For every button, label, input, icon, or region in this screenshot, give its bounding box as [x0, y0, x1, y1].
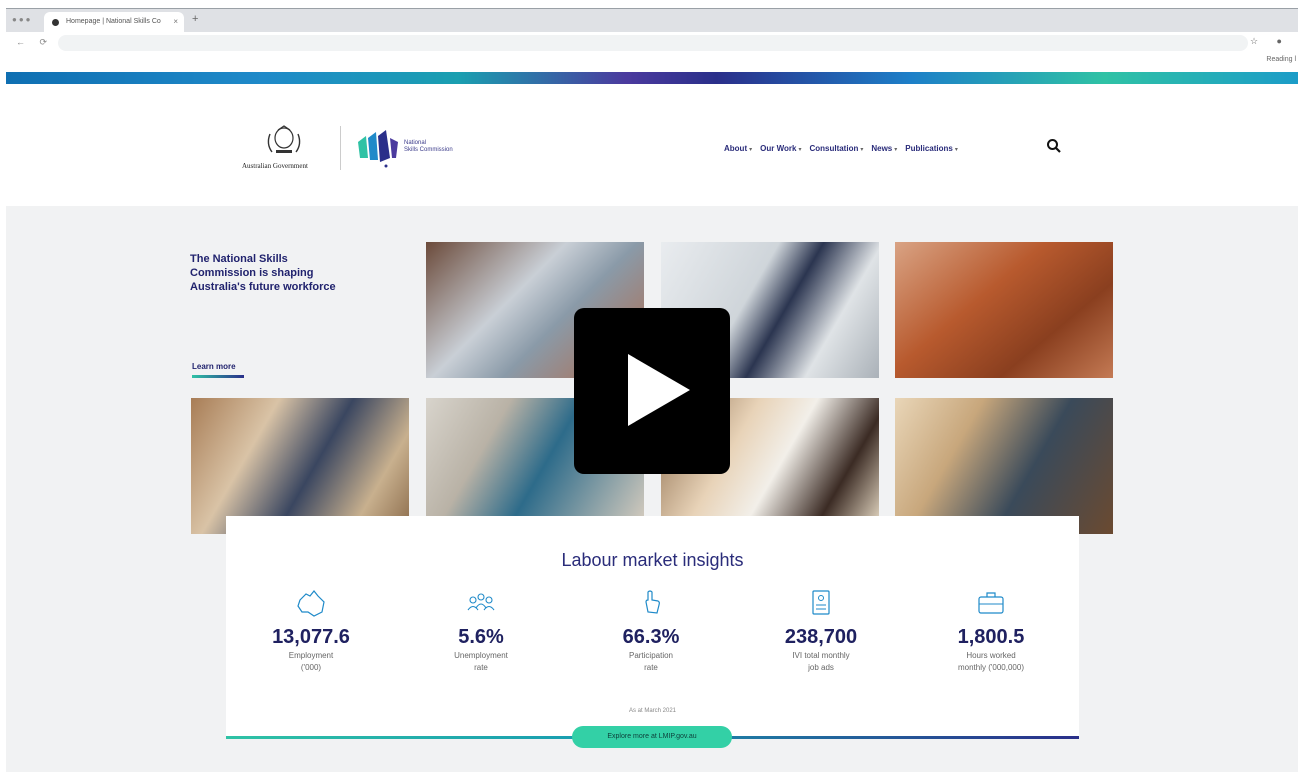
photo-hands-walking-stick [895, 242, 1113, 378]
nav-our-work[interactable]: Our Work ▾ [760, 144, 801, 153]
new-tab-button[interactable]: + [192, 13, 198, 25]
learn-more-link[interactable]: Learn more [192, 362, 236, 371]
explore-lmip-button[interactable]: Explore more at LMIP.gov.au [572, 726, 732, 748]
nav-consultation[interactable]: Consultation ▾ [809, 144, 863, 153]
as-at-date: As at March 2021 [628, 708, 677, 714]
window-controls[interactable]: ●●● [12, 15, 33, 24]
photo-warehouse-scanner [191, 398, 409, 534]
browser-tab-bar: ●●● Homepage | National Skills Co × + [6, 8, 1298, 33]
bookmarks-bar: Reading l [6, 54, 1298, 70]
people-group-icon [467, 593, 495, 611]
nsc-wordmark: National Skills Commission [404, 140, 453, 153]
stat-job-ads: 238,700 IVI total monthly job ads [751, 586, 891, 673]
back-reload-icons[interactable]: ← ⟳ [16, 37, 53, 48]
video-play-button[interactable] [574, 308, 730, 474]
coat-of-arms-icon [267, 125, 301, 153]
chevron-down-icon: ▾ [894, 147, 898, 153]
learn-more-underline [192, 375, 244, 378]
nav-publications[interactable]: Publications ▾ [905, 144, 958, 153]
header-gradient-strip [6, 72, 1298, 84]
search-icon[interactable] [1046, 138, 1062, 154]
url-input[interactable] [58, 35, 1248, 51]
favicon-icon [52, 19, 59, 26]
tab-title: Homepage | National Skills Co [66, 18, 161, 25]
australia-map-icon [297, 590, 325, 617]
document-icon [812, 590, 830, 615]
site-header: Australian Government National Skills Co… [6, 84, 1298, 206]
hand-pointer-icon [645, 590, 660, 614]
chevron-down-icon: ▾ [798, 147, 802, 153]
browser-tab[interactable]: Homepage | National Skills Co × [44, 12, 184, 33]
main-nav: About ▾ Our Work ▾ Consultation ▾ News ▾ Pub… [724, 144, 958, 153]
photo-laptop-worker [895, 398, 1113, 534]
nav-news[interactable]: News ▾ [871, 144, 897, 153]
stat-unemployment-rate: 5.6% Unemployment rate [411, 586, 551, 673]
bookmark-profile-icons[interactable]: ☆ ● [1250, 36, 1290, 47]
screen: ●●● Homepage | National Skills Co × + ← … [0, 0, 1304, 776]
hero-title: The National Skills Commission is shapin… [190, 253, 336, 293]
logo-divider [340, 126, 341, 170]
australian-government-label: Australian Government [242, 162, 308, 170]
stat-hours-worked: 1,800.5 Hours worked monthly ('000,000) [921, 586, 1061, 673]
insights-title: Labour market insights [561, 550, 744, 570]
labour-market-insights-panel: Labour market insights 13,077.6 Employme… [226, 516, 1079, 738]
stat-participation-rate: 66.3% Participation rate [581, 586, 721, 673]
address-bar-row: ← ⟳ ☆ ● [6, 32, 1298, 54]
stat-employment: 13,077.6 Employment ('000) [241, 586, 381, 673]
chevron-down-icon: ▾ [860, 147, 864, 153]
nav-about[interactable]: About ▾ [724, 144, 752, 153]
play-icon [628, 354, 690, 426]
chevron-down-icon: ▾ [749, 147, 753, 153]
nsc-logo-icon[interactable] [356, 128, 402, 168]
hero-section: The National Skills Commission is shapin… [6, 206, 1298, 772]
briefcase-icon [978, 592, 1004, 614]
close-tab-icon[interactable]: × [173, 17, 178, 26]
chevron-down-icon: ▾ [954, 147, 958, 153]
reading-list-button[interactable]: Reading l [1266, 56, 1296, 63]
